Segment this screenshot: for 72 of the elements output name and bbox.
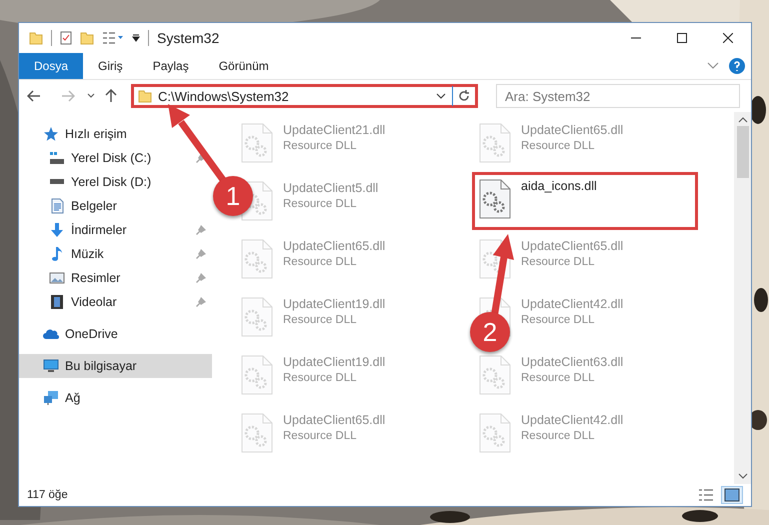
film-icon — [49, 294, 65, 310]
drive-icon — [49, 150, 65, 166]
gear-file-icon — [479, 413, 511, 453]
picture-icon — [49, 270, 65, 286]
gear-file-icon — [241, 355, 273, 395]
file-item[interactable]: aida_icons.dll — [472, 172, 698, 230]
file-type: Resource DLL — [521, 372, 596, 384]
file-type: Resource DLL — [283, 314, 358, 326]
close-icon — [723, 33, 733, 43]
music-note-icon — [49, 246, 65, 262]
gear-file-icon — [479, 123, 511, 163]
pin-icon[interactable] — [196, 153, 206, 163]
refresh-icon[interactable] — [457, 89, 471, 103]
search-field[interactable]: Ara: System32 — [496, 84, 740, 108]
chevron-down-icon[interactable] — [738, 472, 748, 480]
file-type: Resource DLL — [521, 140, 596, 152]
view-menu-icon[interactable] — [102, 31, 124, 45]
ribbon-tab[interactable]: Paylaş — [138, 53, 204, 79]
sidebar-item[interactable]: Resimler — [19, 266, 212, 290]
sidebar-item[interactable]: Videolar — [19, 290, 212, 314]
gear-file-icon — [241, 239, 273, 279]
file-type: Resource DLL — [521, 256, 596, 268]
file-type: Resource DLL — [283, 430, 358, 442]
back-arrow-icon[interactable] — [27, 90, 41, 102]
star-icon — [43, 126, 59, 142]
caret-icon[interactable] — [132, 34, 140, 42]
sidebar-item[interactable]: İndirmeler — [19, 218, 212, 242]
scrollbar-thumb[interactable] — [736, 126, 748, 178]
file-type: Resource DLL — [521, 430, 596, 442]
maximize-icon — [677, 33, 687, 43]
sidebar-item[interactable]: Ağ — [19, 386, 212, 410]
address-bar[interactable]: C:\Windows\System32 — [131, 84, 478, 108]
document-icon — [49, 198, 65, 214]
sidebar-item[interactable]: Yerel Disk (C:) — [19, 146, 212, 170]
help-icon[interactable] — [729, 58, 745, 74]
file-type: Resource DLL — [283, 256, 358, 268]
file-type: Resource DLL — [283, 198, 358, 210]
gear-file-icon — [241, 413, 273, 453]
caret-icon[interactable] — [87, 93, 95, 99]
sidebar-item[interactable]: Müzik — [19, 242, 212, 266]
up-arrow-icon[interactable] — [105, 89, 117, 103]
window-title: System32 — [157, 30, 220, 46]
gear-file-icon — [479, 355, 511, 395]
sidebar-item[interactable]: Belgeler — [19, 194, 212, 218]
gear-file-icon — [241, 123, 273, 163]
properties-icon[interactable] — [60, 31, 72, 45]
scrollbar[interactable] — [734, 112, 751, 484]
file-type: Resource DLL — [283, 140, 358, 152]
drive-icon — [49, 179, 65, 185]
ribbon-tab[interactable]: Giriş — [83, 53, 138, 79]
gear-file-icon — [479, 179, 511, 219]
file-name[interactable]: aida_icons.dll — [521, 179, 597, 193]
address-path: C:\Windows\System32 — [158, 88, 290, 104]
file-type: Resource DLL — [283, 372, 358, 384]
sidebar-item[interactable]: Hızlı erişim — [19, 122, 212, 146]
download-icon — [49, 222, 65, 238]
sidebar-item[interactable]: Yerel Disk (D:) — [19, 170, 212, 194]
gear-file-icon — [241, 297, 273, 337]
folder-icon — [138, 89, 152, 103]
chevron-down-icon[interactable] — [436, 93, 446, 99]
item-count: 117 öğe — [27, 489, 69, 501]
file-type: Resource DLL — [521, 314, 596, 326]
sidebar-item[interactable]: Bu bilgisayar — [19, 354, 212, 378]
network-icon — [43, 390, 59, 406]
ribbon-tab[interactable]: Dosya — [19, 53, 84, 79]
computer-icon — [43, 358, 59, 374]
view-button[interactable] — [721, 486, 743, 504]
large-icons-view-icon — [724, 488, 740, 502]
details-view-icon — [698, 488, 714, 502]
chevron-up-icon[interactable] — [738, 116, 748, 124]
sidebar-item[interactable]: OneDrive — [19, 322, 212, 346]
ribbon-tab[interactable]: Görünüm — [204, 53, 284, 79]
